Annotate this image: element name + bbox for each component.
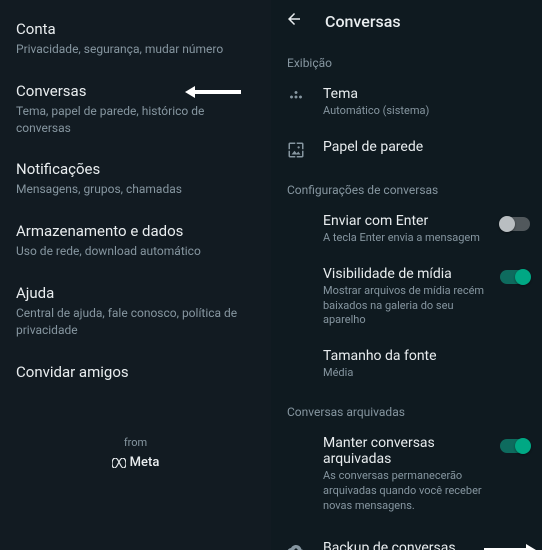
toggle-enviar-enter[interactable] (500, 217, 530, 231)
conversas-screen: Conversas Exibição Tema Automático (sist… (271, 0, 542, 550)
toggle-manter-arquivadas[interactable] (500, 439, 530, 453)
arrow-left-icon (185, 84, 241, 103)
settings-item-title: Armazenamento e dados (16, 222, 255, 240)
footer-brand-text: Meta (130, 455, 160, 470)
settings-item-conta[interactable]: Conta Privacidade, segurança, mudar núme… (0, 8, 271, 70)
item-papel-de-parede[interactable]: Papel de parede (271, 129, 542, 169)
item-title: Tema (323, 86, 488, 102)
item-title: Visibilidade de mídia (323, 266, 488, 282)
item-manter-arquivadas[interactable]: Manter conversas arquivadas As conversas… (271, 425, 542, 524)
section-config: Configurações de conversas (271, 169, 542, 203)
item-subtitle: A tecla Enter envia a mensagem (323, 231, 488, 246)
item-visibilidade-midia[interactable]: Visibilidade de mídia Mostrar arquivos d… (271, 256, 542, 339)
settings-item-conversas[interactable]: Conversas Tema, papel de parede, históri… (0, 70, 271, 149)
meta-icon (112, 453, 126, 472)
toggle-visibilidade[interactable] (500, 270, 530, 284)
footer-from-label: from (0, 436, 271, 449)
footer: from Meta (0, 436, 271, 472)
section-arquivadas: Conversas arquivadas (271, 391, 542, 425)
settings-item-subtitle: Privacidade, segurança, mudar número (16, 41, 255, 58)
item-subtitle: Mostrar arquivos de mídia recém baixados… (323, 284, 488, 329)
item-subtitle: Automático (sistema) (323, 104, 488, 119)
item-subtitle: As conversas permanecerão arquivadas qua… (323, 469, 488, 514)
arrow-right-icon (484, 542, 536, 550)
item-title: Backup de conversas (323, 540, 488, 550)
settings-item-subtitle: Central de ajuda, fale conosco, política… (16, 305, 255, 339)
item-title: Manter conversas arquivadas (323, 435, 488, 467)
settings-item-title: Convidar amigos (16, 363, 255, 381)
item-title: Enviar com Enter (323, 213, 488, 229)
settings-item-notificacoes[interactable]: Notificações Mensagens, grupos, chamadas (0, 148, 271, 210)
wallpaper-icon (285, 141, 307, 159)
header: Conversas (271, 0, 542, 42)
settings-item-ajuda[interactable]: Ajuda Central de ajuda, fale conosco, po… (0, 272, 271, 351)
item-title: Tamanho da fonte (323, 348, 488, 364)
theme-icon (285, 88, 307, 106)
section-exibicao: Exibição (271, 42, 542, 76)
item-subtitle: Média (323, 366, 488, 381)
settings-item-subtitle: Uso de rede, download automático (16, 243, 255, 260)
item-tamanho-fonte[interactable]: Tamanho da fonte Média (271, 338, 542, 391)
settings-item-title: Conta (16, 20, 255, 38)
settings-item-title: Notificações (16, 160, 255, 178)
settings-list: Conta Privacidade, segurança, mudar núme… (0, 0, 271, 550)
settings-item-armazenamento[interactable]: Armazenamento e dados Uso de rede, downl… (0, 210, 271, 272)
settings-item-convidar[interactable]: Convidar amigos (0, 351, 271, 396)
item-backup[interactable]: Backup de conversas (271, 530, 542, 550)
item-tema[interactable]: Tema Automático (sistema) (271, 76, 542, 129)
settings-item-subtitle: Mensagens, grupos, chamadas (16, 181, 255, 198)
header-title: Conversas (325, 12, 401, 31)
cloud-upload-icon (285, 542, 307, 550)
footer-brand: Meta (0, 453, 271, 472)
back-icon[interactable] (285, 10, 303, 32)
settings-item-title: Ajuda (16, 284, 255, 302)
settings-item-subtitle: Tema, papel de parede, histórico de conv… (16, 103, 255, 137)
item-title: Papel de parede (323, 139, 488, 155)
item-enviar-enter[interactable]: Enviar com Enter A tecla Enter envia a m… (271, 203, 542, 256)
